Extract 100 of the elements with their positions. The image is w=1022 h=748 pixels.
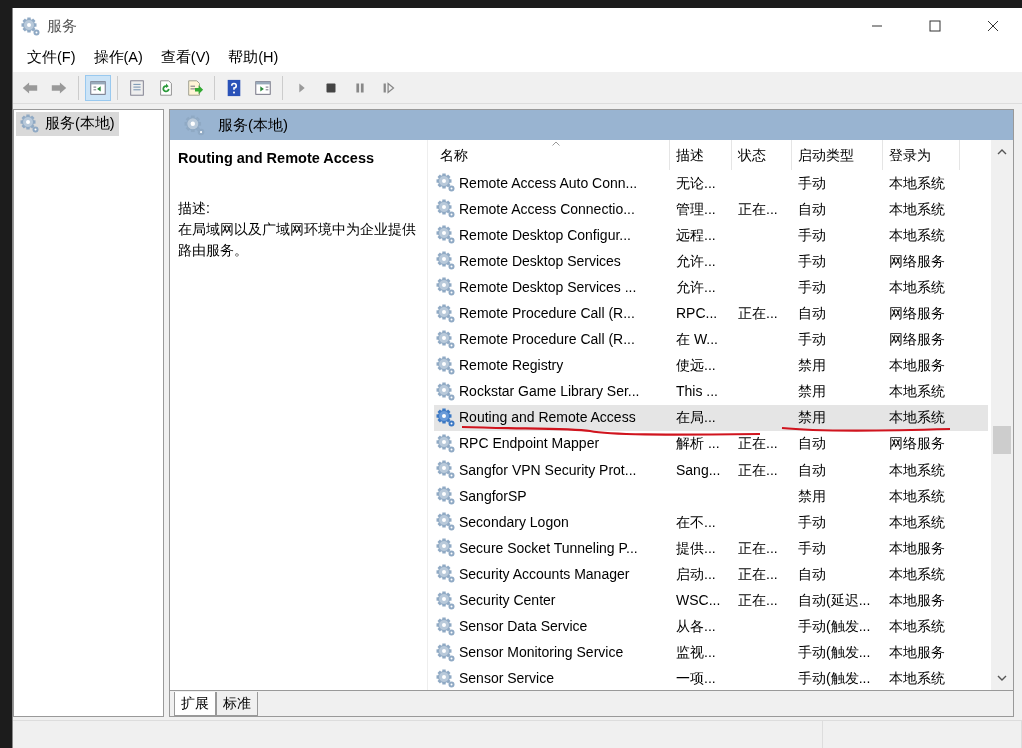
tree-pane-icon[interactable] xyxy=(85,74,111,101)
table-cell: 本地系统 xyxy=(889,487,945,504)
table-cell: 禁用 xyxy=(798,357,826,374)
table-cell-text: Rockstar Game Library Ser... xyxy=(459,382,640,402)
column-header[interactable]: 启动类型 xyxy=(792,140,883,170)
table-cell: 手动 xyxy=(798,513,826,530)
table-cell: 无论... xyxy=(676,174,716,191)
table-cell-text: Sensor Monitoring Service xyxy=(459,643,624,663)
table-cell: 启动... xyxy=(676,565,716,582)
table-cell: 手动(触发... xyxy=(798,670,871,687)
gear-icon xyxy=(20,113,40,134)
table-cell-text: Remote Access Auto Conn... xyxy=(459,173,638,193)
table-cell: 禁用 xyxy=(798,383,826,400)
table-cell: 在 W... xyxy=(676,331,718,348)
service-row[interactable]: Remote Desktop Configur... 远程... 手动 本地系统 xyxy=(434,222,988,249)
service-row[interactable]: Routing and Remote Access 在局... 禁用 本地系统 xyxy=(434,404,988,431)
table-cell-text: Remote Procedure Call (R... xyxy=(459,330,635,350)
table-cell-text: Sangfor VPN Security Prot... xyxy=(459,460,637,480)
service-row[interactable]: Security Center WSC... 正在... 自动(延迟... 本地服务 xyxy=(434,587,988,614)
menu-item[interactable]: 文件(F) xyxy=(19,45,84,71)
service-row[interactable]: Remote Desktop Services 允许... 手动 网络服务 xyxy=(434,248,988,275)
column-header[interactable]: 状态 xyxy=(732,140,792,170)
table-cell: 本地系统 xyxy=(889,461,945,478)
service-row[interactable]: SangforSP 禁用 本地系统 xyxy=(434,483,988,510)
view-tab[interactable]: 扩展 xyxy=(174,692,216,716)
table-cell-text: SangforSP xyxy=(459,486,527,506)
service-row[interactable]: Remote Procedure Call (R... 在 W... 手动 网络服务 xyxy=(434,326,988,353)
table-cell: 禁用 xyxy=(798,487,826,504)
gear-icon xyxy=(436,642,456,663)
service-row[interactable]: Sensor Monitoring Service 监视... 手动(触发... 本地服务 xyxy=(434,639,988,666)
menu-item[interactable]: 查看(V) xyxy=(152,45,219,71)
table-cell: 正在... xyxy=(738,565,778,582)
view-tab[interactable]: 标准 xyxy=(216,692,258,716)
table-cell: 在不... xyxy=(676,513,716,530)
table-cell-text: Sensor Service xyxy=(459,669,554,689)
service-row[interactable]: Remote Registry 使远... 禁用 本地服务 xyxy=(434,352,988,379)
column-header[interactable]: 描述 xyxy=(670,140,732,170)
table-cell-text: Remote Registry xyxy=(459,356,564,376)
tree-item[interactable]: 服务(本地) xyxy=(16,112,119,136)
service-row[interactable]: RPC Endpoint Mapper 解析 ... 正在... 自动 网络服务 xyxy=(434,430,988,458)
gear-icon xyxy=(436,173,456,194)
table-cell: 自动 xyxy=(798,565,826,582)
service-row[interactable]: Remote Access Auto Conn... 无论... 手动 本地系统 xyxy=(434,170,988,197)
service-row[interactable]: Secure Socket Tunneling P... 提供... 正在... 手动 本地服务 xyxy=(434,535,988,562)
table-cell: Sang... xyxy=(676,461,721,478)
table-cell-text: Security Accounts Manager xyxy=(459,564,630,584)
table-cell-text: Secondary Logon xyxy=(459,512,569,532)
service-row[interactable]: Sensor Data Service 从各... 手动(触发... 本地系统 xyxy=(434,613,988,640)
table-cell: 本地服务 xyxy=(889,592,945,609)
gear-icon xyxy=(436,590,456,611)
service-row[interactable]: Remote Access Connectio... 管理... 正在... 自动 本地系统 xyxy=(434,196,988,223)
service-name: Routing and Remote Access xyxy=(178,149,376,168)
table-cell: 正在... xyxy=(738,200,778,217)
table-cell: 自动 xyxy=(798,305,826,321)
column-header[interactable]: 名称 xyxy=(434,140,670,170)
service-row[interactable]: Rockstar Game Library Ser... This ... 禁用 本地系统 xyxy=(434,378,988,405)
service-row[interactable]: Remote Procedure Call (R... RPC... 正在... 自动 网络服务 xyxy=(434,300,988,327)
table-cell: 允许... xyxy=(676,278,716,295)
service-row[interactable]: Sangfor VPN Security Prot... Sang... 正在... 自动 本地系统 xyxy=(434,457,988,484)
table-cell: 手动 xyxy=(798,252,826,269)
gear-icon xyxy=(436,616,456,637)
service-row[interactable]: Secondary Logon 在不... 手动 本地系统 xyxy=(434,509,988,536)
table-cell: 正在... xyxy=(738,461,778,478)
gear-icon xyxy=(436,251,456,272)
table-cell: 正在... xyxy=(738,435,778,452)
table-cell: 本地系统 xyxy=(889,565,945,582)
table-cell: 本地服务 xyxy=(889,644,945,661)
menu-item[interactable]: 操作(A) xyxy=(85,45,151,71)
table-cell: 手动(触发... xyxy=(798,618,871,635)
table-cell: 自动 xyxy=(798,461,826,478)
table-cell: 一项... xyxy=(676,670,716,687)
table-cell: 手动 xyxy=(798,278,826,295)
menu-item[interactable]: 帮助(H) xyxy=(220,45,287,71)
table-cell-text: Routing and Remote Access xyxy=(459,408,636,428)
scroll-up-icon[interactable] xyxy=(997,148,1007,156)
table-cell: 本地系统 xyxy=(889,409,945,426)
gear-icon xyxy=(436,381,456,402)
gear-icon xyxy=(436,434,456,454)
table-cell: 远程... xyxy=(676,226,716,243)
table-cell: RPC... xyxy=(676,305,718,321)
gear-icon xyxy=(436,277,456,298)
gear-icon xyxy=(184,114,206,137)
scrollbar[interactable] xyxy=(991,140,1013,690)
table-cell: 解析 ... xyxy=(676,435,720,452)
table-cell: 管理... xyxy=(676,200,716,217)
table-cell-text: Security Center xyxy=(459,591,556,611)
service-row[interactable]: Remote Desktop Services ... 允许... 手动 本地系统 xyxy=(434,274,988,301)
table-cell: 自动(延迟... xyxy=(798,592,871,609)
window-title: 服务 xyxy=(47,15,77,36)
scroll-down-icon[interactable] xyxy=(997,674,1007,682)
service-row[interactable]: Security Accounts Manager 启动... 正在... 自动 本地系统 xyxy=(434,561,988,588)
service-row[interactable]: Sensor Service 一项... 手动(触发... 本地系统 xyxy=(434,665,988,692)
column-header[interactable]: 登录为 xyxy=(883,140,960,170)
gear-icon xyxy=(436,486,456,507)
table-cell: 监视... xyxy=(676,644,716,661)
scroll-thumb[interactable] xyxy=(993,426,1011,454)
table-cell: 网络服务 xyxy=(889,252,945,269)
table-cell-text: Remote Procedure Call (R... xyxy=(459,304,635,323)
table-cell: 手动 xyxy=(798,226,826,243)
table-cell: 自动 xyxy=(798,435,826,452)
